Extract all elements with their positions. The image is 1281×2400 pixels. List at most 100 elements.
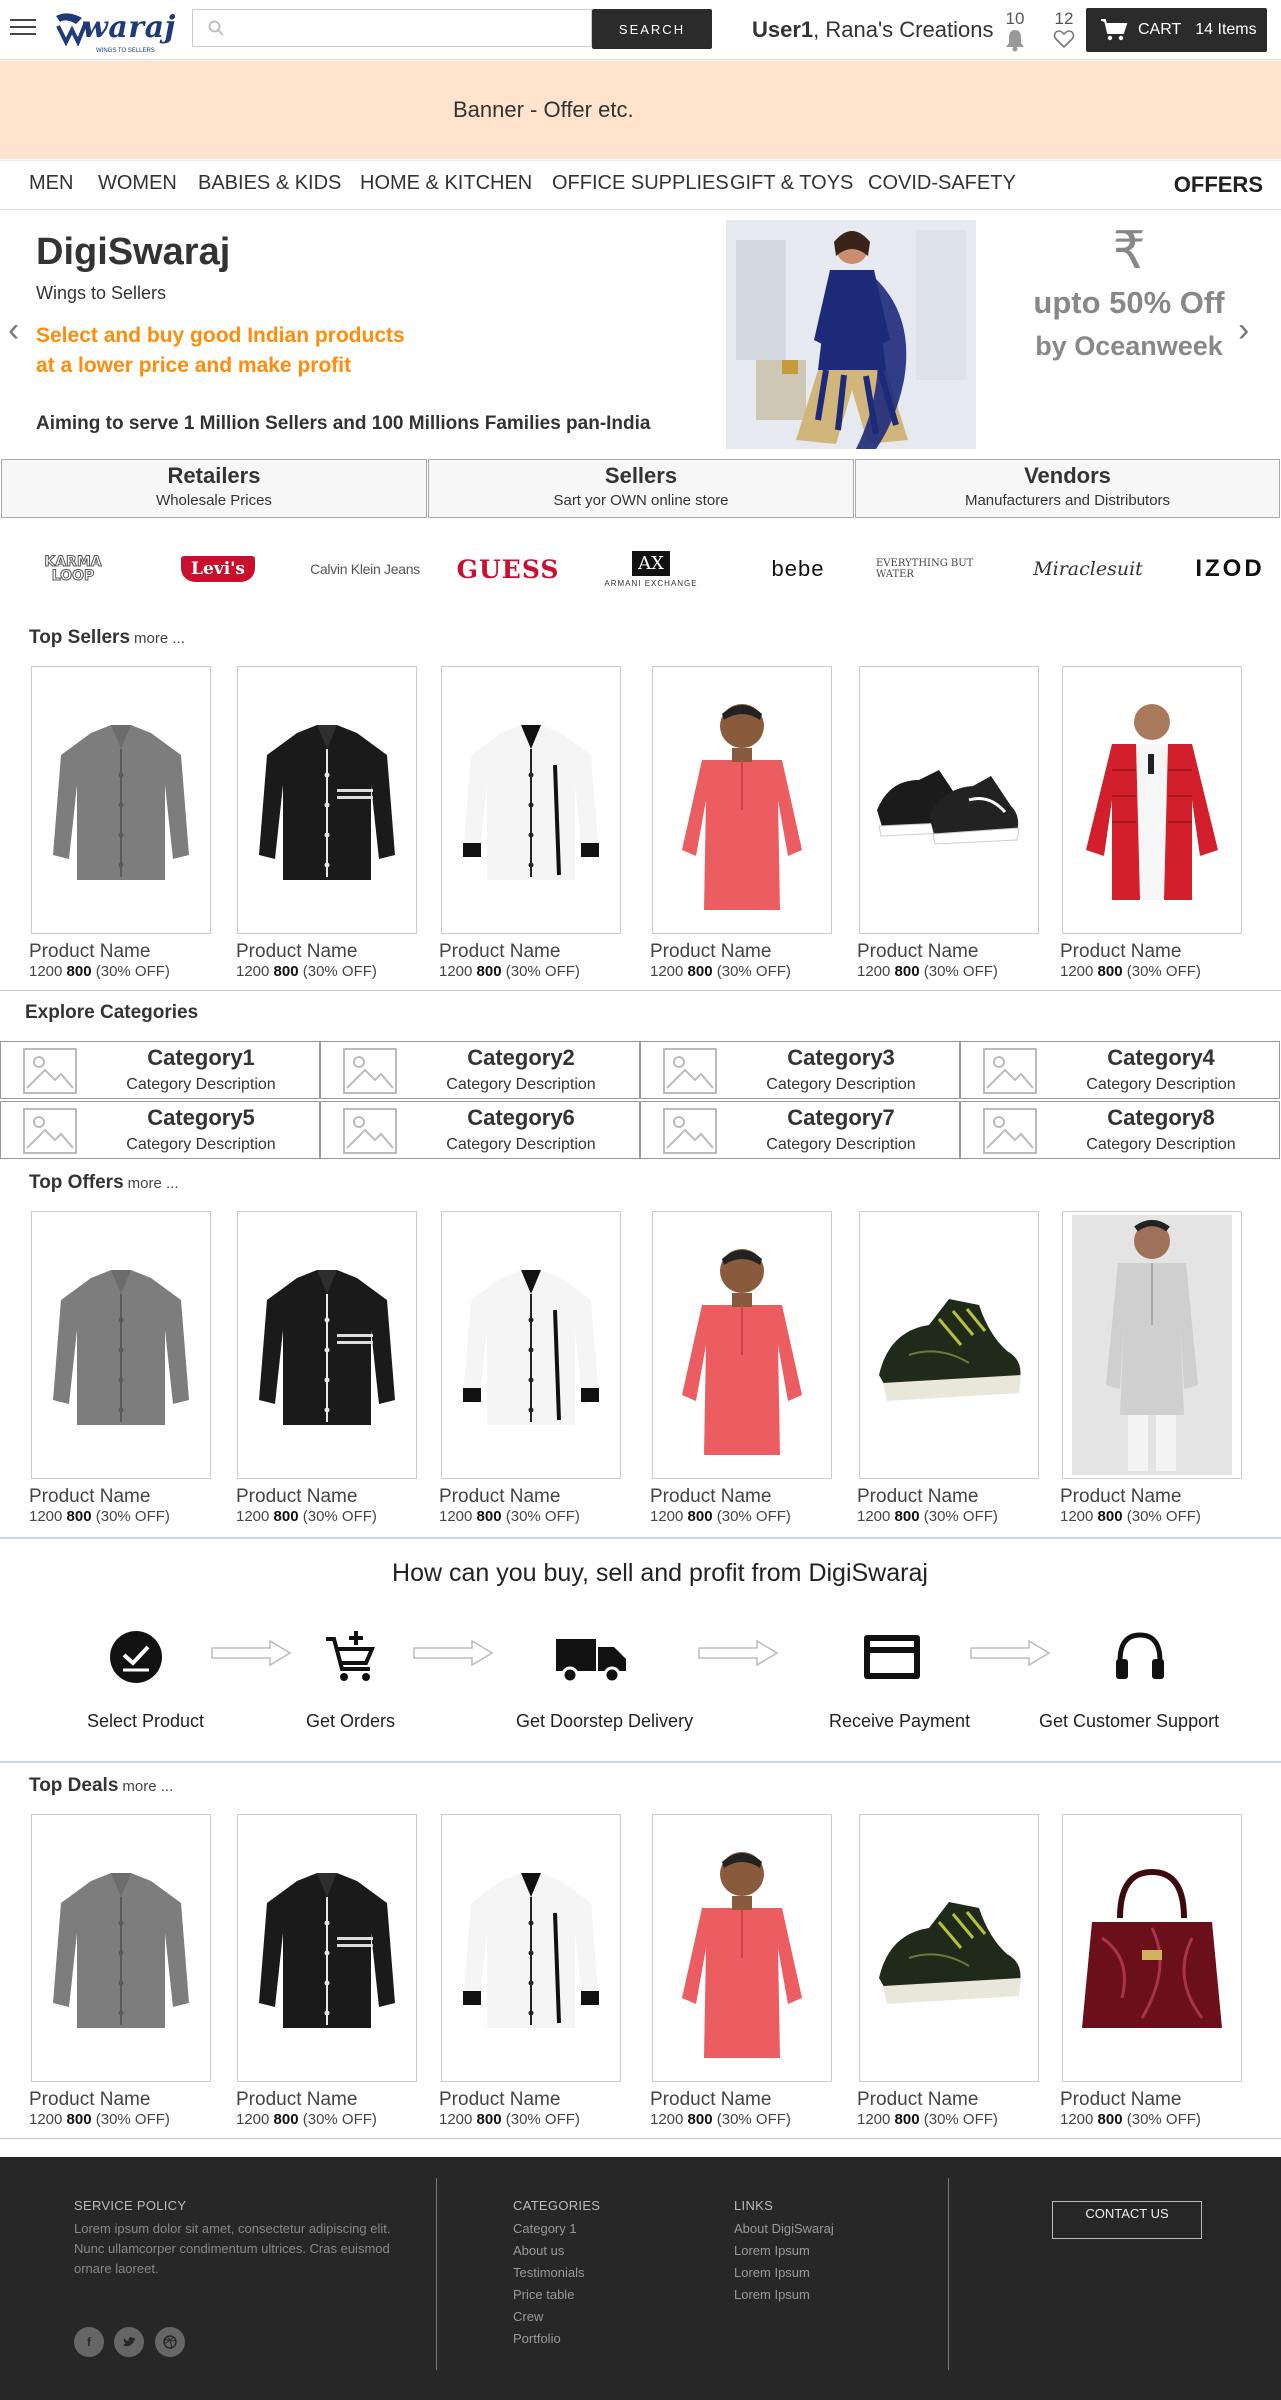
footer-category-link[interactable]: Crew [513,2309,543,2324]
top-offers-more-link[interactable]: more ... [128,1175,179,1192]
category-tile[interactable]: Category2 Category Description [320,1041,640,1099]
nav-item-office-supplies[interactable]: OFFICE SUPPLIES [552,172,729,195]
brand-logo-everything-but-water[interactable]: EVERYTHING BUT WATER [876,548,1010,590]
category-tile[interactable]: Category3 Category Description [640,1041,960,1099]
product-image [442,1815,620,2081]
category-tile[interactable]: Category5 Category Description [0,1101,320,1159]
footer-link[interactable]: Lorem Ipsum [734,2243,810,2258]
site-logo[interactable]: waraj WINGS TO SELLERS [52,6,175,54]
footer-category-link[interactable]: Testimonials [513,2265,585,2280]
category-tile[interactable]: Category1 Category Description [0,1041,320,1099]
product-name[interactable]: Product Name [439,1486,560,1508]
footer-link[interactable]: Lorem Ipsum [734,2287,810,2302]
product-card[interactable] [441,1211,621,1479]
product-name[interactable]: Product Name [1060,2089,1181,2111]
product-name[interactable]: Product Name [650,2089,771,2111]
category-tile[interactable]: Category7 Category Description [640,1101,960,1159]
product-name[interactable]: Product Name [1060,1486,1181,1508]
carousel-prev-icon[interactable]: ‹ [8,311,19,350]
product-name[interactable]: Product Name [857,2089,978,2111]
hero-offer[interactable]: ₹ upto 50% Off by Oceanweek [1024,221,1234,362]
category-tile[interactable]: Category4 Category Description [960,1041,1280,1099]
nav-item-gift-toys[interactable]: GIFT & TOYS [730,172,853,195]
footer-category-link[interactable]: Category 1 [513,2221,577,2236]
product-price: 1200 800 (30% OFF) [857,2111,998,2128]
product-card[interactable] [652,666,832,934]
product-card[interactable] [441,1814,621,2082]
top-deals-more-link[interactable]: more ... [122,1778,173,1795]
product-name[interactable]: Product Name [857,941,978,963]
brand-logo-bebe[interactable]: bebe [748,548,848,590]
product-card[interactable] [31,1814,211,2082]
footer-category-link[interactable]: About us [513,2243,564,2258]
carousel-next-icon[interactable]: › [1238,311,1249,350]
product-name[interactable]: Product Name [29,1486,150,1508]
product-card[interactable] [31,666,211,934]
hero-model-photo[interactable] [726,220,976,449]
product-card[interactable] [441,666,621,934]
segment-sellers[interactable]: Sellers Sart yor OWN online store [428,459,854,518]
product-name[interactable]: Product Name [236,941,357,963]
twitter-icon[interactable] [114,2327,144,2357]
nav-item-women[interactable]: WOMEN [98,172,177,195]
nav-item-babies-kids[interactable]: BABIES & KIDS [198,172,341,195]
product-card[interactable] [859,1814,1039,2082]
product-name[interactable]: Product Name [29,941,150,963]
product-name[interactable]: Product Name [650,941,771,963]
product-name[interactable]: Product Name [857,1486,978,1508]
product-name[interactable]: Product Name [1060,941,1181,963]
search-input[interactable] [233,14,583,42]
cart-button[interactable]: CART 14 Items [1086,8,1267,52]
category-tile[interactable]: Category8 Category Description [960,1101,1280,1159]
product-card[interactable] [652,1814,832,2082]
brand-logo-izod[interactable]: IZOD [1180,548,1280,590]
nav-item-home-kitchen[interactable]: HOME & KITCHEN [360,172,532,195]
product-card[interactable] [859,666,1039,934]
segment-retailers[interactable]: Retailers Wholesale Prices [1,459,427,518]
brand-logo-guess[interactable]: GUESS [456,548,560,590]
product-name[interactable]: Product Name [439,2089,560,2111]
product-name[interactable]: Product Name [439,941,560,963]
notifications[interactable]: 10 [1000,10,1030,54]
product-card[interactable] [237,1211,417,1479]
brand-logo-armani-exchange[interactable]: AX ARMANI EXCHANGE [596,548,706,590]
product-name[interactable]: Product Name [236,2089,357,2111]
product-name[interactable]: Product Name [236,1486,357,1508]
brand-logo-karma-loop[interactable]: KARMA LOOP [28,548,118,590]
segment-vendors[interactable]: Vendors Manufacturers and Distributors [855,459,1280,518]
user-account[interactable]: User1, Rana's Creations [752,17,993,43]
dribbble-icon[interactable] [155,2327,185,2357]
product-card[interactable] [652,1211,832,1479]
brand-logo-calvin-klein[interactable]: Calvin Klein Jeans [300,548,430,590]
product-card[interactable] [237,666,417,934]
facebook-icon[interactable]: f [74,2327,104,2357]
search-button[interactable]: SEARCH [592,9,712,49]
product-card[interactable] [1062,1211,1242,1479]
product-card[interactable] [1062,1814,1242,2082]
offer-banner[interactable]: Banner - Offer etc. [0,61,1281,159]
nav-item-covid-safety[interactable]: COVID-SAFETY [868,172,1016,195]
top-sellers-more-link[interactable]: more ... [134,630,185,647]
footer-category-link[interactable]: Price table [513,2287,574,2302]
menu-icon[interactable] [10,14,36,42]
price-mrp: 1200 [439,2111,477,2128]
product-name[interactable]: Product Name [29,2089,150,2111]
product-card[interactable] [31,1211,211,1479]
product-name[interactable]: Product Name [650,1486,771,1508]
nav-item-offers[interactable]: OFFERS [1174,172,1263,198]
search-box[interactable] [192,9,592,47]
hero-tagline: Select and buy good Indian products at a… [36,321,536,381]
contact-us-button[interactable]: CONTACT US [1052,2201,1202,2239]
brand-name: GUESS [456,554,560,584]
brand-logo-levis[interactable]: Levi's [178,548,258,590]
footer-link[interactable]: Lorem Ipsum [734,2265,810,2280]
brand-logo-miraclesuit[interactable]: Miraclesuit [1030,548,1146,590]
nav-item-men[interactable]: MEN [29,172,73,195]
product-card[interactable] [237,1814,417,2082]
product-card[interactable] [859,1211,1039,1479]
product-card[interactable] [1062,666,1242,934]
footer-link[interactable]: About DigiSwaraj [734,2221,834,2236]
category-tile[interactable]: Category6 Category Description [320,1101,640,1159]
wishlist[interactable]: 12 [1049,10,1079,54]
footer-category-link[interactable]: Portfolio [513,2331,561,2346]
